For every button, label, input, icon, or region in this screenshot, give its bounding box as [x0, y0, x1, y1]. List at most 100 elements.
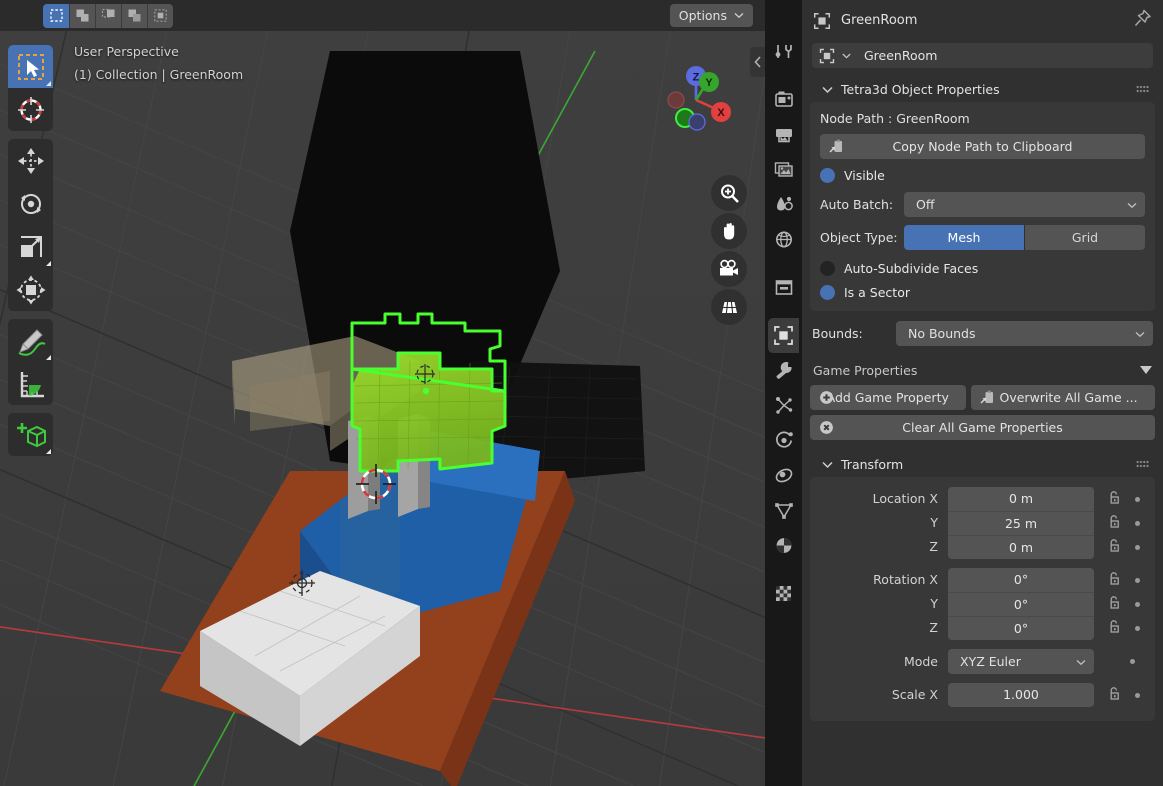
- panel-header-tetra3d[interactable]: Tetra3d Object Properties: [810, 77, 1155, 102]
- animate-property-dot[interactable]: [1135, 601, 1140, 607]
- select-mode-intersect[interactable]: [147, 3, 173, 28]
- select-mode-extend[interactable]: [69, 3, 95, 28]
- auto-subdivide-row[interactable]: Auto-Subdivide Faces: [820, 261, 1145, 276]
- 3d-viewport[interactable]: User Perspective (1) Collection | GreenR…: [0, 31, 765, 786]
- panel-drag-dots[interactable]: [1136, 460, 1149, 469]
- lock-open-icon[interactable]: [1107, 514, 1122, 533]
- clear-game-properties-button[interactable]: Clear All Game Properties: [810, 415, 1155, 440]
- tool-add-cube[interactable]: [8, 413, 53, 456]
- animate-property-dot[interactable]: [1135, 625, 1140, 631]
- rotation-z-field[interactable]: 0°: [948, 616, 1094, 640]
- animate-property-dot[interactable]: [1135, 544, 1140, 550]
- properties-tab-render[interactable]: [768, 82, 799, 117]
- properties-tab-object[interactable]: [768, 318, 799, 353]
- properties-tab-data[interactable]: [768, 493, 799, 528]
- properties-panel: GreenRoom GreenRoom Tetra3d Object Prope…: [802, 0, 1163, 786]
- location-z-label: Z: [929, 539, 938, 554]
- viewport-header: Options: [0, 0, 765, 31]
- select-mode-set-new[interactable]: [43, 3, 69, 28]
- viewport-zoom-button[interactable]: [711, 175, 747, 211]
- visible-toggle-row[interactable]: Visible: [820, 168, 1145, 183]
- copy-node-path-label: Copy Node Path to Clipboard: [892, 139, 1073, 154]
- properties-tab-tool[interactable]: [768, 34, 799, 69]
- animate-property-dot[interactable]: [1135, 496, 1140, 502]
- tool-transform[interactable]: [8, 268, 53, 311]
- clipboard-copy-icon: [829, 139, 844, 154]
- plus-circle-icon: [819, 390, 834, 405]
- tool-move[interactable]: [8, 139, 53, 182]
- rotation-mode-animate-cell: [1094, 659, 1135, 664]
- lock-open-icon[interactable]: [1107, 686, 1122, 705]
- object-type-option-mesh[interactable]: Mesh: [904, 225, 1024, 250]
- auto-subdivide-checkbox[interactable]: [820, 261, 835, 276]
- rotation-y-field[interactable]: 0°: [948, 592, 1094, 616]
- properties-tab-output[interactable]: [768, 117, 799, 152]
- tool-scale[interactable]: [8, 225, 53, 268]
- location-x-field[interactable]: 0 m: [948, 487, 1094, 511]
- scale-lock-column: [1094, 683, 1140, 707]
- extend-selection-icon: [76, 9, 89, 22]
- object-type-row: Object Type: Mesh Grid: [820, 225, 1145, 250]
- animate-property-dot[interactable]: [1135, 577, 1140, 583]
- lock-open-icon[interactable]: [1107, 619, 1122, 638]
- auto-batch-dropdown[interactable]: Off: [904, 192, 1145, 217]
- properties-tab-view-layer[interactable]: [768, 152, 799, 187]
- properties-tab-scene[interactable]: [768, 187, 799, 222]
- properties-tab-physics[interactable]: [768, 423, 799, 458]
- bounds-dropdown[interactable]: No Bounds: [896, 321, 1153, 346]
- pin-button[interactable]: [1133, 9, 1152, 32]
- tool-cursor[interactable]: [8, 88, 53, 131]
- object-type-option-grid[interactable]: Grid: [1024, 225, 1145, 250]
- select-mode-subtract[interactable]: [95, 3, 121, 28]
- properties-tab-modifiers[interactable]: [768, 353, 799, 388]
- lock-open-icon[interactable]: [1107, 490, 1122, 509]
- object-id-field[interactable]: GreenRoom: [812, 43, 1153, 68]
- visible-checkbox[interactable]: [820, 168, 835, 183]
- particles-icon: [775, 397, 792, 414]
- overwrite-game-properties-button[interactable]: Overwrite All Game ...: [970, 385, 1155, 410]
- options-label: Options: [678, 8, 727, 23]
- tool-annotate[interactable]: [8, 319, 53, 362]
- animate-property-dot[interactable]: [1135, 520, 1140, 526]
- properties-tab-texture[interactable]: [768, 576, 799, 611]
- lock-open-icon[interactable]: [1107, 538, 1122, 557]
- properties-tab-constraints[interactable]: [768, 458, 799, 493]
- select-mode-invert[interactable]: [121, 3, 147, 28]
- navigation-gizmo[interactable]: Z Y X: [654, 58, 738, 142]
- is-sector-row[interactable]: Is a Sector: [820, 285, 1145, 300]
- copy-node-path-button[interactable]: Copy Node Path to Clipboard: [820, 134, 1145, 159]
- is-sector-checkbox[interactable]: [820, 285, 835, 300]
- tool-rotate[interactable]: [8, 182, 53, 225]
- location-z-field[interactable]: 0 m: [948, 535, 1094, 559]
- properties-tab-world[interactable]: [768, 222, 799, 257]
- properties-tab-material[interactable]: [768, 528, 799, 563]
- scale-x-field[interactable]: 1.000: [948, 683, 1094, 707]
- add-game-property-button[interactable]: Add Game Property: [810, 385, 966, 410]
- properties-tab-particles[interactable]: [768, 388, 799, 423]
- viewport-sidebar-toggle[interactable]: [750, 47, 765, 77]
- rotation-mode-dropdown[interactable]: XYZ Euler: [948, 649, 1094, 674]
- tool-measure[interactable]: [8, 362, 53, 405]
- tool-select-box[interactable]: [8, 45, 53, 88]
- lock-open-icon[interactable]: [1107, 571, 1122, 590]
- auto-batch-value: Off: [916, 197, 935, 212]
- options-button[interactable]: Options: [669, 4, 753, 27]
- properties-tab-collection[interactable]: [768, 270, 799, 305]
- rotation-x-field[interactable]: 0°: [948, 568, 1094, 592]
- location-y-field[interactable]: 25 m: [948, 511, 1094, 535]
- viewport-pan-button[interactable]: [711, 213, 747, 249]
- panel-drag-dots[interactable]: [1136, 85, 1149, 94]
- transform-location-group: Location X Y Z 0 m 25 m 0 m: [818, 487, 1147, 559]
- panel-header-transform[interactable]: Transform: [810, 452, 1155, 477]
- viewport-orthographic-button[interactable]: [711, 289, 747, 325]
- panel-tetra3d-object-properties: Tetra3d Object Properties Node Path : Gr…: [810, 77, 1155, 440]
- lock-open-icon[interactable]: [1107, 595, 1122, 614]
- tool-expand-corner: [46, 355, 51, 360]
- animate-property-dot[interactable]: [1135, 692, 1140, 698]
- tool-expand-corner: [46, 449, 51, 454]
- overwrite-game-properties-label: Overwrite All Game ...: [999, 390, 1138, 405]
- location-labels: Location X Y Z: [818, 487, 948, 559]
- game-properties-header[interactable]: Game Properties: [810, 359, 1155, 381]
- viewport-camera-button[interactable]: [711, 251, 747, 287]
- animate-property-dot[interactable]: [1130, 659, 1135, 664]
